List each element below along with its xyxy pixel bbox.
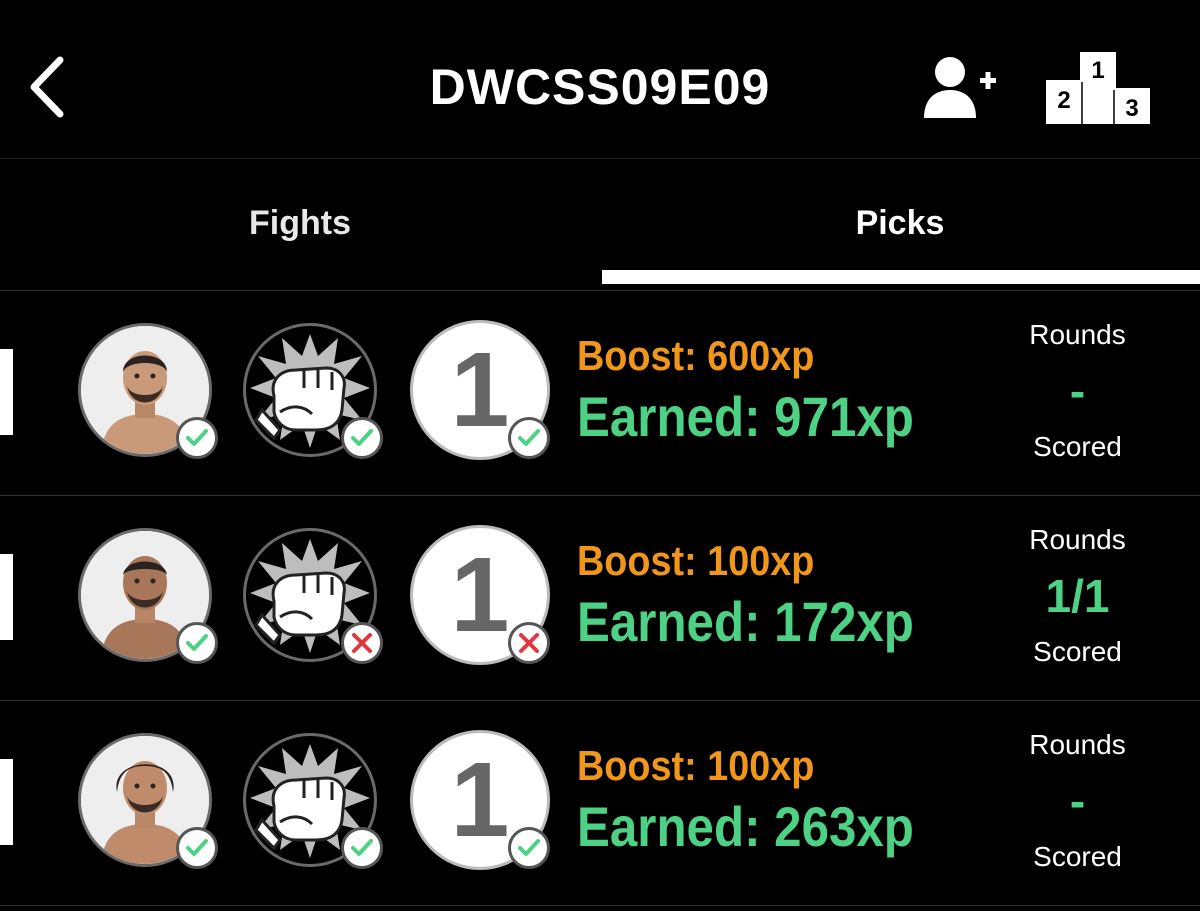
row-edge-tab: [0, 554, 13, 640]
fighter-result-badge: [176, 622, 218, 664]
earned-text: Earned: 172xp: [577, 590, 914, 653]
check-icon: [186, 839, 208, 856]
pick-stats: Boost: 100xp Earned: 263xp: [577, 741, 957, 863]
leaderboard-button[interactable]: 1 2 3: [1044, 50, 1152, 126]
fighter-result-badge: [176, 827, 218, 869]
method-result-badge: [341, 827, 383, 869]
rounds-value: -: [1069, 775, 1086, 827]
earned-text: Earned: 971xp: [577, 385, 914, 448]
check-icon: [186, 634, 208, 651]
rounds-value: -: [1069, 365, 1086, 417]
add-user-button[interactable]: [918, 52, 1000, 122]
rounds-label: Rounds: [1029, 729, 1126, 760]
podium-third-label: 3: [1125, 95, 1138, 122]
header-bar: DWCSS09E09 1 2 3: [0, 0, 1200, 159]
round-result-badge: [508, 827, 550, 869]
row-edge-tab: [0, 759, 13, 845]
check-icon: [186, 429, 208, 446]
check-icon: [518, 429, 540, 446]
pick-row[interactable]: 1 Boost: 600xp Earned: 971xp Rounds - Sc…: [0, 290, 1200, 495]
rounds-scored: Rounds - Scored: [995, 727, 1160, 875]
scored-label: Scored: [1033, 841, 1122, 872]
rounds-value: 1/1: [1045, 570, 1110, 622]
rounds-label: Rounds: [1029, 319, 1126, 350]
podium-icon: 1 2 3: [1046, 52, 1150, 124]
scored-label: Scored: [1033, 636, 1122, 667]
boost-text: Boost: 100xp: [577, 742, 815, 789]
podium-first-label: 1: [1091, 57, 1104, 84]
add-user-icon: [924, 57, 996, 118]
check-icon: [518, 839, 540, 856]
round-result-badge: [508, 622, 550, 664]
tab-selected-indicator: [602, 270, 1200, 284]
podium-second-label: 2: [1057, 87, 1070, 114]
round-result-badge: [508, 417, 550, 459]
pick-stats: Boost: 100xp Earned: 172xp: [577, 536, 957, 658]
pick-stats: Boost: 600xp Earned: 971xp: [577, 331, 957, 453]
tab-bar: Fights Picks: [0, 160, 1200, 286]
check-icon: [351, 429, 373, 446]
picks-list: 1 Boost: 600xp Earned: 971xp Rounds - Sc…: [0, 290, 1200, 906]
rounds-scored: Rounds 1/1 Scored: [995, 522, 1160, 670]
row-edge-tab: [0, 349, 13, 435]
scored-label: Scored: [1033, 431, 1122, 462]
pick-row[interactable]: 1 Boost: 100xp Earned: 263xp Rounds - Sc…: [0, 700, 1200, 906]
method-result-badge: [341, 417, 383, 459]
cross-icon: [352, 633, 372, 653]
pick-row[interactable]: 1 Boost: 100xp Earned: 172xp Rounds 1/1 …: [0, 495, 1200, 700]
rounds-scored: Rounds - Scored: [995, 317, 1160, 465]
tab-fights[interactable]: Fights: [0, 160, 600, 286]
earned-text: Earned: 263xp: [577, 795, 914, 858]
cross-icon: [519, 633, 539, 653]
tab-picks[interactable]: Picks: [600, 160, 1200, 286]
boost-text: Boost: 100xp: [577, 537, 815, 584]
page-title: DWCSS09E09: [429, 59, 771, 115]
boost-text: Boost: 600xp: [577, 332, 815, 379]
check-icon: [351, 839, 373, 856]
method-result-badge: [341, 622, 383, 664]
fighter-result-badge: [176, 417, 218, 459]
rounds-label: Rounds: [1029, 524, 1126, 555]
